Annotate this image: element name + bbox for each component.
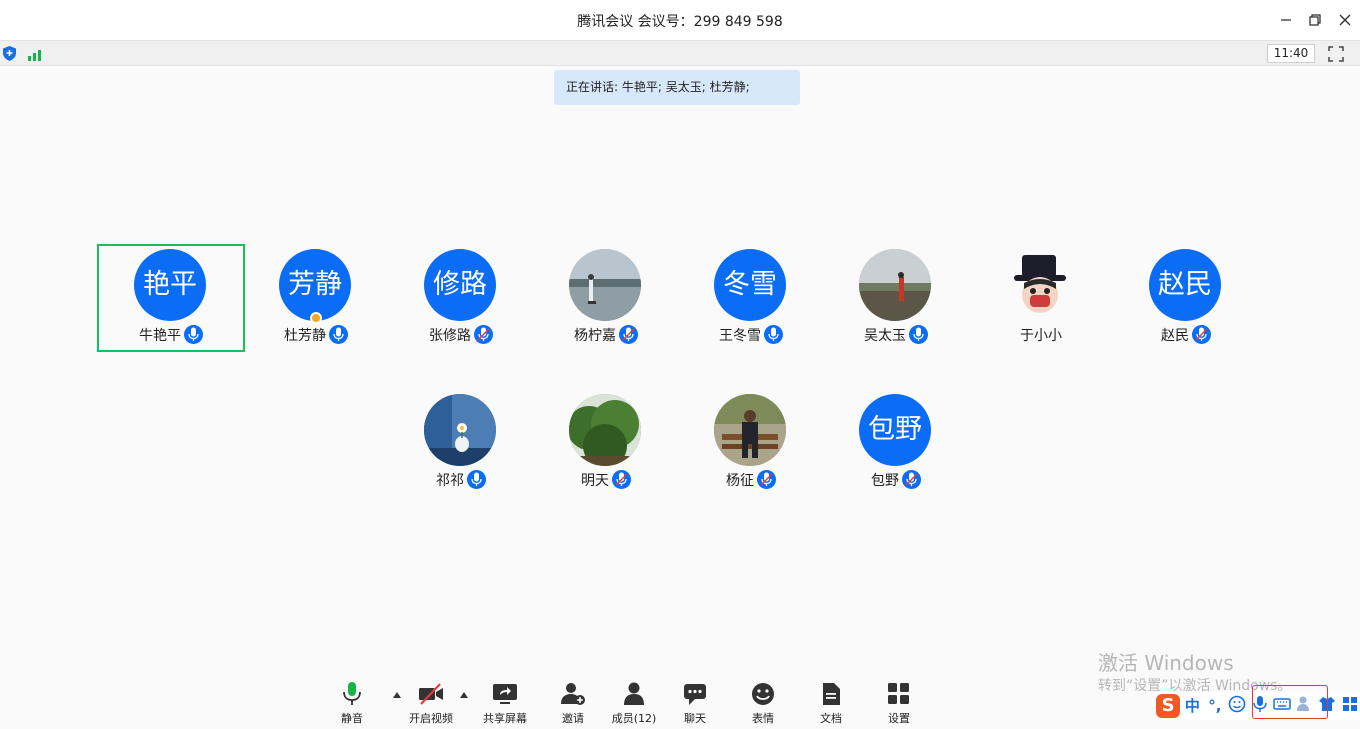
participant-name: 明天: [581, 473, 609, 489]
participant-tile[interactable]: 吴太玉: [822, 244, 970, 352]
start-video-label: 开启视频: [409, 712, 453, 725]
participant-tile[interactable]: 芳静 杜芳静: [242, 244, 390, 352]
microphone-active-icon: [467, 470, 486, 489]
participant-name: 王冬雪: [719, 328, 761, 344]
participant-tile[interactable]: 修路 张修路: [387, 244, 535, 352]
speaking-banner: 正在讲话: 牛艳平; 吴太玉; 杜芳静;: [554, 70, 800, 105]
audio-options-caret[interactable]: [393, 692, 401, 698]
video-options-caret[interactable]: [460, 692, 468, 698]
ime-highlight-box: [1252, 685, 1328, 719]
invite-label: 邀请: [562, 712, 584, 725]
close-icon[interactable]: [1335, 10, 1355, 30]
participant-tile[interactable]: 杨柠嘉: [532, 244, 680, 352]
participant-tile[interactable]: 杨征: [677, 389, 825, 497]
avatar: 赵民: [1149, 249, 1221, 321]
members-button[interactable]: 成员(12): [604, 682, 664, 726]
host-badge-icon: [310, 312, 322, 324]
mute-label: 静音: [341, 712, 363, 725]
participant-name: 吴太玉: [864, 328, 906, 344]
documents-button[interactable]: 文档: [801, 682, 861, 726]
participant-name: 于小小: [1020, 328, 1062, 344]
video-off-icon: [419, 683, 443, 705]
participant-tile[interactable]: 于小小: [967, 244, 1115, 352]
participant-name: 赵民: [1161, 328, 1189, 344]
bench-man-photo: [714, 394, 786, 466]
status-bar: 11:40: [0, 40, 1360, 66]
emoji-face-icon: [752, 683, 774, 705]
participant-name: 包野: [871, 473, 899, 489]
document-icon: [823, 683, 840, 705]
members-label: 成员(12): [611, 712, 657, 725]
microphone-icon: [343, 682, 361, 705]
chat-label: 聊天: [684, 712, 706, 725]
participant-tile[interactable]: 艳平 牛艳平: [97, 244, 245, 352]
avatar: 冬雪: [714, 249, 786, 321]
start-video-button[interactable]: 开启视频: [401, 682, 461, 726]
ime-punctuation-toggle[interactable]: °,: [1205, 695, 1225, 717]
invite-button[interactable]: 邀请: [543, 682, 603, 726]
avatar: 芳静: [279, 249, 351, 321]
members-icon: [624, 682, 644, 705]
avatar: 包野: [859, 394, 931, 466]
chat-bubble-icon: [684, 684, 706, 705]
ime-toolbox-icon[interactable]: [1339, 695, 1359, 717]
participant-tile[interactable]: 冬雪 王冬雪: [677, 244, 825, 352]
participant-tile[interactable]: 包野 包野: [822, 389, 970, 497]
beach-photo: [859, 249, 931, 321]
microphone-muted-icon: [1192, 325, 1211, 344]
microphone-muted-icon: [619, 325, 638, 344]
participant-name: 杜芳静: [284, 328, 326, 344]
microphone-muted-icon: [757, 470, 776, 489]
settings-label: 设置: [888, 712, 910, 725]
sogou-logo-icon[interactable]: S: [1156, 694, 1181, 718]
fullscreen-icon[interactable]: [1327, 45, 1345, 63]
participant-tile[interactable]: 明天: [532, 389, 680, 497]
trees-photo: [569, 394, 641, 466]
participant-name: 杨征: [726, 473, 754, 489]
microphone-active-icon: [764, 325, 783, 344]
avatar: 修路: [424, 249, 496, 321]
share-screen-button[interactable]: 共享屏幕: [475, 682, 535, 726]
participant-name: 张修路: [429, 328, 471, 344]
chat-button[interactable]: 聊天: [665, 682, 725, 726]
mute-button[interactable]: 静音: [322, 682, 382, 726]
microphone-active-icon: [909, 325, 928, 344]
lake-photo: [569, 249, 641, 321]
documents-label: 文档: [820, 712, 842, 725]
microphone-muted-icon: [902, 470, 921, 489]
share-screen-icon: [493, 684, 517, 704]
restore-icon[interactable]: [1305, 10, 1325, 30]
minimize-icon[interactable]: [1276, 10, 1296, 30]
invite-user-icon: [561, 683, 585, 705]
participant-name: 牛艳平: [139, 328, 181, 344]
meeting-clock: 11:40: [1267, 44, 1315, 63]
ime-mode-toggle[interactable]: 中: [1182, 695, 1202, 717]
flower-vase-photo: [424, 394, 496, 466]
participant-name: 祁祁: [436, 473, 464, 489]
participant-name: 杨柠嘉: [574, 328, 616, 344]
share-screen-label: 共享屏幕: [483, 712, 527, 725]
title-bar: 腾讯会议 会议号：299 849 598: [0, 0, 1360, 40]
ime-emoji-icon[interactable]: [1227, 695, 1247, 717]
microphone-muted-icon: [612, 470, 631, 489]
reactions-button[interactable]: 表情: [733, 682, 793, 726]
avatar: 艳平: [134, 249, 206, 321]
participant-tile[interactable]: 祁祁: [387, 389, 535, 497]
microphone-muted-icon: [474, 325, 493, 344]
microphone-active-icon: [184, 325, 203, 344]
network-signal-icon[interactable]: [28, 46, 46, 61]
microphone-active-icon: [329, 325, 348, 344]
reactions-label: 表情: [752, 712, 774, 725]
window-title: 腾讯会议 会议号：299 849 598: [577, 14, 783, 30]
participant-tile[interactable]: 赵民 赵民: [1112, 244, 1260, 352]
security-shield-icon[interactable]: [3, 46, 16, 61]
settings-button[interactable]: 设置: [869, 682, 929, 726]
cartoon-hat-photo: [1004, 249, 1076, 321]
settings-grid-icon: [888, 683, 909, 704]
